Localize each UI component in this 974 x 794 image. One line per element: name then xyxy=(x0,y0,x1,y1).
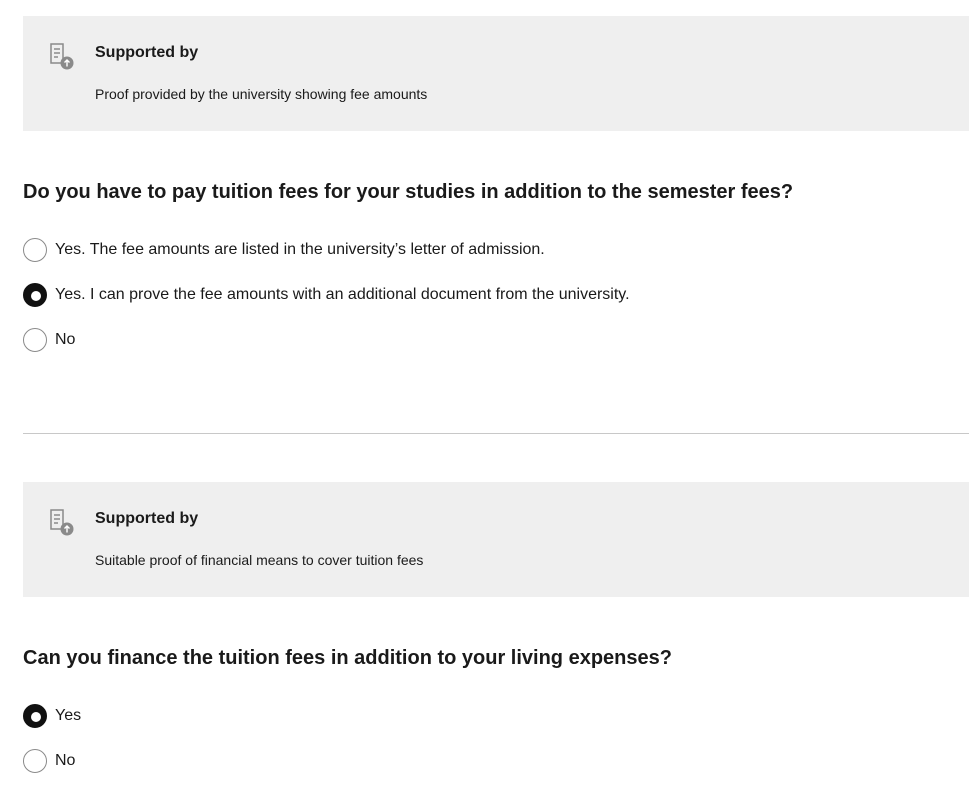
radio-option-yes-letter[interactable]: Yes. The fee amounts are listed in the u… xyxy=(23,238,545,262)
radio-option-label: No xyxy=(55,752,76,769)
radio-button-selected[interactable] xyxy=(23,283,47,307)
supported-by-box: Supported by Proof provided by the unive… xyxy=(23,16,969,131)
radio-option-label: No xyxy=(55,331,76,348)
supported-by-text: Suitable proof of financial means to cov… xyxy=(95,552,424,568)
radio-option-label: Yes. I can prove the fee amounts with an… xyxy=(55,286,630,303)
radio-option-label: Yes xyxy=(55,707,82,724)
supported-by-title: Supported by xyxy=(95,510,199,527)
section-divider xyxy=(23,433,969,434)
radio-option-label: Yes. The fee amounts are listed in the u… xyxy=(55,241,545,258)
question-finance-tuition: Can you finance the tuition fees in addi… xyxy=(23,647,672,669)
supported-by-text: Proof provided by the university showing… xyxy=(95,86,428,102)
radio-button-selected[interactable] xyxy=(23,704,47,728)
document-upload-icon xyxy=(50,509,74,536)
radio-button[interactable] xyxy=(23,749,47,773)
question-tuition-fees: Do you have to pay tuition fees for your… xyxy=(23,181,794,203)
radio-option-yes-document[interactable]: Yes. I can prove the fee amounts with an… xyxy=(23,283,630,307)
document-upload-icon xyxy=(50,43,74,70)
supported-by-box: Supported by Suitable proof of financial… xyxy=(23,482,969,597)
radio-option-no[interactable]: No xyxy=(23,328,75,352)
radio-button[interactable] xyxy=(23,328,47,352)
radio-option-yes[interactable]: Yes xyxy=(23,704,81,728)
radio-button[interactable] xyxy=(23,238,47,262)
radio-option-no[interactable]: No xyxy=(23,749,75,773)
page: Supported by Proof provided by the unive… xyxy=(0,0,974,794)
supported-by-title: Supported by xyxy=(95,44,199,61)
